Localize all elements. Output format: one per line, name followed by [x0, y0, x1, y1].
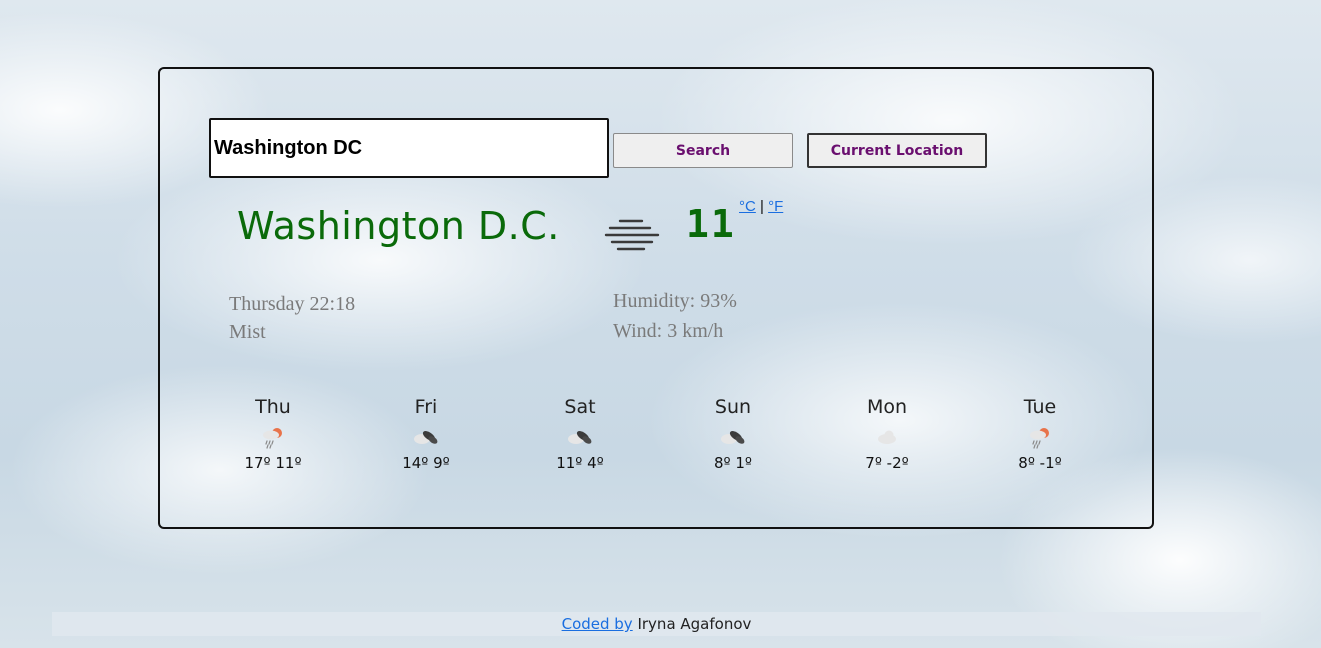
- forecast-day: Mon 7º -2º: [827, 394, 947, 472]
- broken-clouds-icon: [568, 431, 592, 444]
- forecast-temps: 7º -2º: [865, 454, 909, 472]
- forecast-day: Thu 17º 11º: [213, 394, 333, 472]
- fahrenheit-link[interactable]: °F: [768, 198, 783, 215]
- forecast-day-name: Tue: [1023, 396, 1057, 418]
- coded-by-link[interactable]: Coded by: [562, 615, 633, 633]
- unit-switch: °C | °F: [739, 198, 783, 215]
- cloud-icon: [878, 430, 896, 444]
- footer: Coded by Iryna Agafonov: [52, 612, 1261, 636]
- forecast-day-name: Fri: [414, 396, 438, 418]
- forecast-day-name: Thu: [255, 396, 291, 418]
- forecast-temps: 14º 9º: [402, 454, 450, 472]
- celsius-link[interactable]: °C: [739, 198, 756, 215]
- broken-clouds-icon: [721, 431, 745, 444]
- weather-description: Mist: [229, 321, 266, 343]
- mist-icon: [604, 219, 660, 251]
- rain-sun-cloud-icon: [1030, 428, 1049, 449]
- forecast-day-name: Mon: [866, 396, 908, 418]
- forecast-temps: 17º 11º: [244, 454, 302, 472]
- forecast-day-name: Sat: [564, 396, 596, 418]
- forecast-day-name: Sun: [714, 396, 752, 418]
- forecast-day: Fri 14º 9º: [366, 394, 486, 472]
- forecast-day: Sat 11º 4º: [520, 394, 640, 472]
- city-search-input[interactable]: [209, 118, 609, 178]
- forecast-temps: 8º 1º: [714, 454, 752, 472]
- forecast-day: Tue 8º -1º: [980, 394, 1100, 472]
- forecast-day: Sun 8º 1º: [673, 394, 793, 472]
- city-name: Washington D.C.: [237, 204, 560, 248]
- date-time: Thursday 22:18: [229, 293, 356, 315]
- unit-separator: |: [760, 198, 764, 215]
- broken-clouds-icon: [414, 431, 438, 444]
- forecast-temps: 8º -1º: [1018, 454, 1062, 472]
- wind-text: Wind: 3 km/h: [613, 320, 724, 342]
- rain-sun-cloud-icon: [263, 428, 282, 449]
- forecast-temps: 11º 4º: [556, 454, 604, 472]
- author-name: Iryna Agafonov: [637, 615, 752, 633]
- search-button[interactable]: Search: [613, 133, 793, 168]
- humidity-text: Humidity: 93%: [613, 290, 737, 312]
- current-location-button[interactable]: Current Location: [807, 133, 987, 168]
- current-temperature: 11: [686, 202, 736, 246]
